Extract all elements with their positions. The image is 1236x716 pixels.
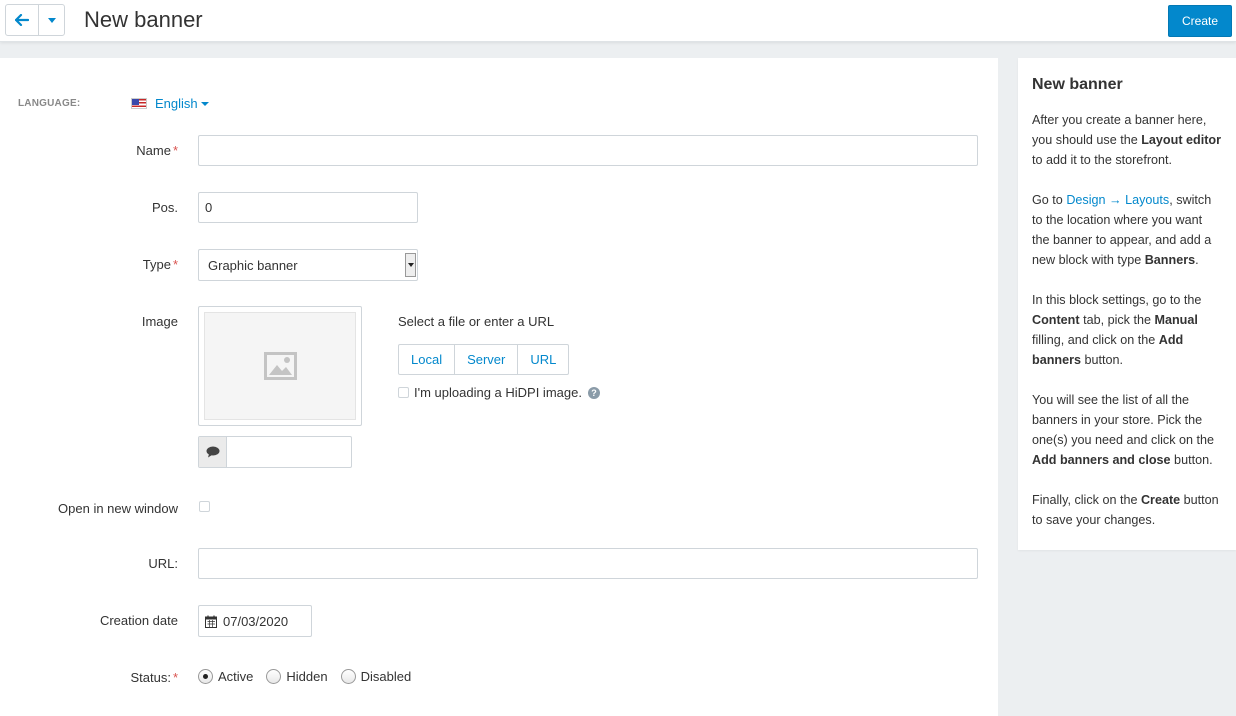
arrow-left-icon <box>15 14 29 26</box>
status-hidden-option[interactable]: Hidden <box>266 669 328 684</box>
nav-dropdown-button[interactable] <box>38 5 64 35</box>
back-button[interactable] <box>6 5 38 35</box>
sidebar-paragraph: After you create a banner here, you shou… <box>1032 113 1221 167</box>
caret-down-icon <box>200 101 209 106</box>
type-label: Type * <box>142 257 178 272</box>
required-mark: * <box>172 143 178 158</box>
select-arrow-icon <box>405 253 416 277</box>
us-flag-icon <box>131 98 147 109</box>
page-title: New banner <box>84 7 203 32</box>
caret-down-icon <box>47 17 56 23</box>
status-hidden-radio[interactable] <box>266 669 282 684</box>
top-bar: New banner Create <box>0 0 1236 42</box>
hidpi-option: I'm uploading a HiDPI image. ? <box>398 385 600 400</box>
name-input[interactable] <box>198 135 978 166</box>
file-source-buttons: Local Server URL <box>398 344 570 375</box>
url-input[interactable] <box>198 548 978 579</box>
status-active-radio[interactable] <box>198 669 213 684</box>
status-active-label: Active <box>218 669 254 684</box>
hidpi-checkbox[interactable] <box>398 387 409 398</box>
image-label: Image <box>141 314 178 329</box>
status-radio-group: Active Hidden Disabled <box>198 669 424 684</box>
creation-date-input[interactable]: 07/03/2020 <box>198 605 312 637</box>
image-alt-group <box>198 436 352 468</box>
creation-date-label: Creation date <box>99 613 178 628</box>
open-new-window-checkbox[interactable] <box>199 501 210 512</box>
create-button[interactable]: Create <box>1168 5 1232 37</box>
type-select-value: Graphic banner <box>208 257 298 273</box>
server-button[interactable]: Server <box>454 345 517 374</box>
required-mark: * <box>172 257 178 272</box>
required-mark: * <box>172 670 178 685</box>
sidebar-paragraph: You will see the list of all the banners… <box>1032 393 1215 467</box>
url-button[interactable]: URL <box>517 345 568 374</box>
image-placeholder <box>204 312 356 420</box>
name-label: Name * <box>136 143 178 158</box>
sidebar-title: New banner <box>1032 76 1123 93</box>
open-new-window-label: Open in new window <box>58 501 178 516</box>
language-selector[interactable]: English <box>131 96 209 111</box>
select-file-text: Select a file or enter a URL <box>398 314 555 329</box>
comment-icon <box>199 437 227 467</box>
design-layouts-link[interactable]: Design → Layouts <box>1066 193 1169 207</box>
url-label: URL: <box>148 556 178 571</box>
help-sidebar: New banner After you create a banner her… <box>1018 58 1236 550</box>
sidebar-paragraph: Go to Design → Layouts, switch to the lo… <box>1032 193 1212 267</box>
language-label: LANGUAGE: <box>18 98 81 109</box>
local-button[interactable]: Local <box>399 345 454 374</box>
language-value: English <box>155 96 198 111</box>
main-form-panel: LANGUAGE: English Name * Pos. 0 Type * Gra… <box>0 58 998 716</box>
status-disabled-option[interactable]: Disabled <box>340 669 412 684</box>
type-select[interactable]: Graphic banner <box>198 249 418 281</box>
image-preview[interactable] <box>198 306 362 426</box>
image-icon <box>263 352 297 380</box>
creation-date-value: 07/03/2020 <box>223 613 289 629</box>
status-label: Status: * <box>130 670 178 685</box>
help-icon[interactable]: ? <box>587 386 600 399</box>
nav-button-group <box>5 4 65 36</box>
status-hidden-label: Hidden <box>286 669 328 684</box>
sidebar-paragraph: Finally, click on the Create button to s… <box>1032 493 1219 527</box>
hidpi-label: I'm uploading a HiDPI image. <box>414 385 582 400</box>
status-active-option[interactable]: Active <box>198 669 253 684</box>
pos-label: Pos. <box>151 200 178 215</box>
image-alt-input[interactable] <box>227 437 351 467</box>
status-disabled-label: Disabled <box>360 669 412 684</box>
status-disabled-radio[interactable] <box>340 669 356 684</box>
sidebar-paragraph: In this block settings, go to the Conten… <box>1032 293 1202 367</box>
pos-input[interactable]: 0 <box>198 192 418 223</box>
calendar-icon <box>205 615 217 628</box>
